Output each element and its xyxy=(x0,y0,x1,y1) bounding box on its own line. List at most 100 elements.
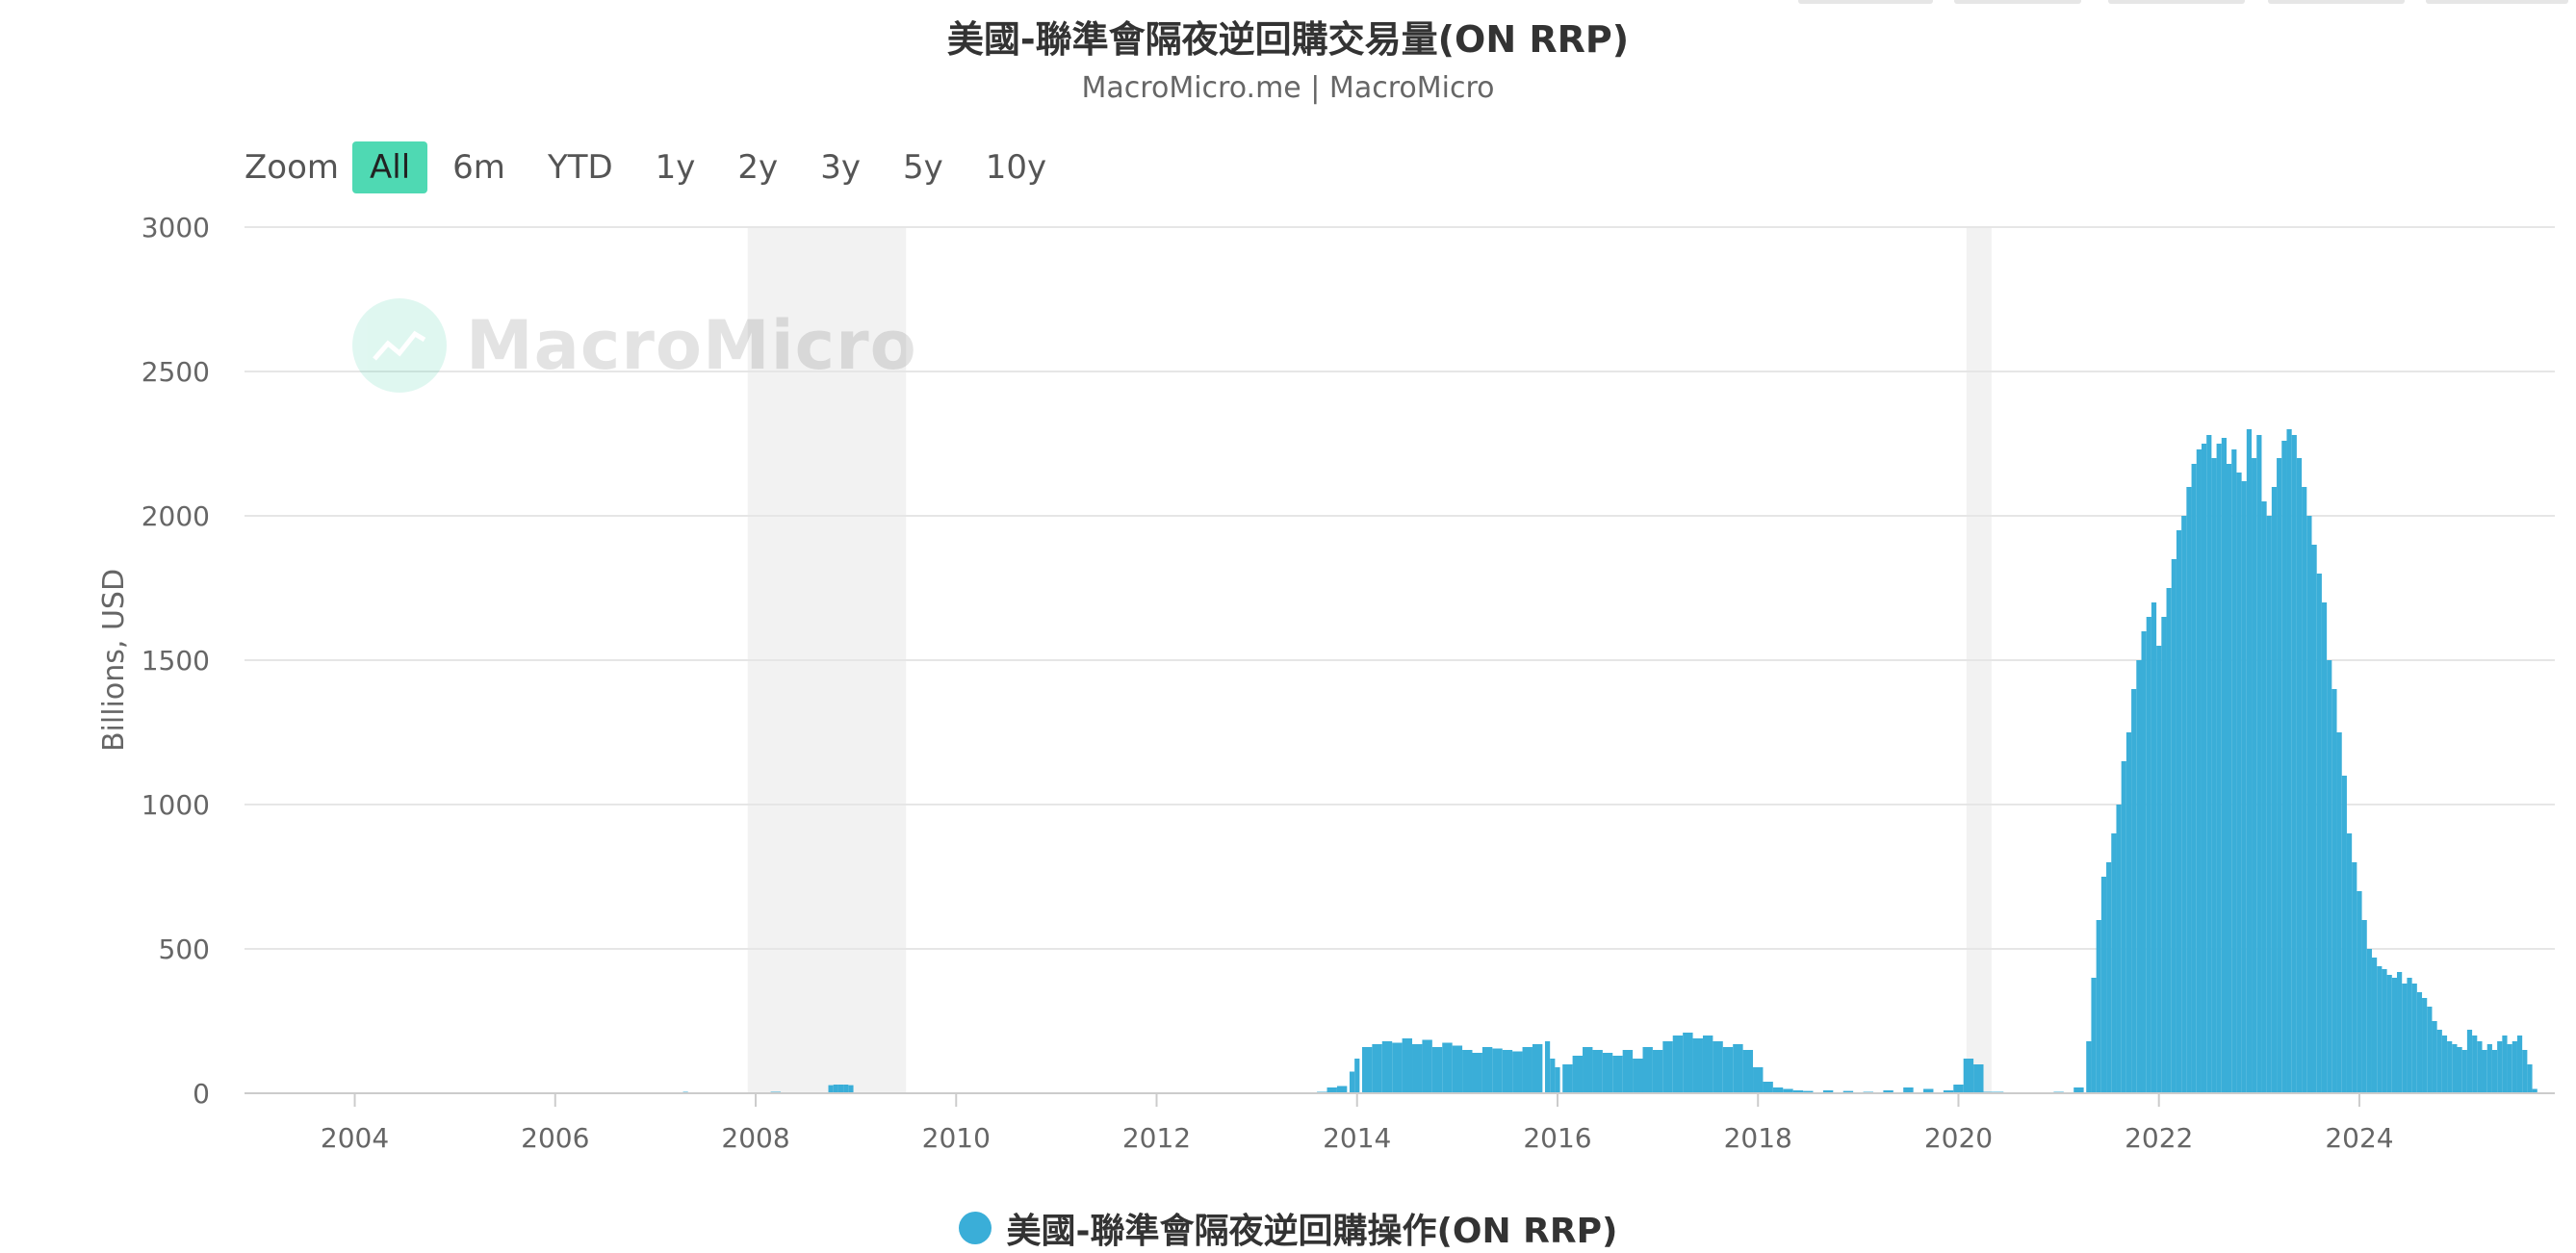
bar-point[interactable] xyxy=(2277,458,2282,1093)
bar-point[interactable] xyxy=(2361,920,2367,1093)
bar-point[interactable] xyxy=(2181,516,2187,1093)
bar-point[interactable] xyxy=(2341,776,2347,1093)
bar-point[interactable] xyxy=(1349,1071,1355,1094)
bar-point[interactable] xyxy=(1702,1036,1713,1093)
bar-point[interactable] xyxy=(2407,978,2412,1093)
bar-point[interactable] xyxy=(1555,1067,1560,1093)
bar-point[interactable] xyxy=(2306,516,2312,1093)
bar-point[interactable] xyxy=(1492,1048,1503,1094)
bar-point[interactable] xyxy=(1532,1044,1543,1093)
bar-point[interactable] xyxy=(2371,958,2378,1093)
bar-point[interactable] xyxy=(833,1085,838,1093)
bar-point[interactable] xyxy=(2211,458,2217,1093)
bar-point[interactable] xyxy=(2477,1041,2483,1093)
bar-point[interactable] xyxy=(2457,1047,2462,1093)
bar-point[interactable] xyxy=(2516,1036,2523,1093)
bar-point[interactable] xyxy=(2156,646,2162,1093)
bar-point[interactable] xyxy=(2121,761,2126,1093)
bar-point[interactable] xyxy=(1502,1050,1513,1093)
bar-point[interactable] xyxy=(1763,1082,1773,1093)
bar-point[interactable] xyxy=(2116,805,2122,1093)
bar-point[interactable] xyxy=(2432,1021,2437,1093)
bar-point[interactable] xyxy=(2436,1030,2442,1093)
bar-point[interactable] xyxy=(1672,1036,1684,1093)
bar-point[interactable] xyxy=(2281,441,2287,1093)
bar-point[interactable] xyxy=(2416,992,2423,1093)
bar-point[interactable] xyxy=(1612,1056,1623,1093)
bar-point[interactable] xyxy=(2266,516,2272,1093)
bar-point[interactable] xyxy=(2125,732,2132,1093)
bar-point[interactable] xyxy=(837,1085,844,1093)
bar-point[interactable] xyxy=(2161,617,2167,1093)
bar-point[interactable] xyxy=(2196,449,2202,1093)
bar-point[interactable] xyxy=(1572,1056,1584,1093)
bar-point[interactable] xyxy=(1512,1051,1523,1094)
bar-point[interactable] xyxy=(2427,1007,2433,1093)
bar-point[interactable] xyxy=(2527,1064,2533,1093)
bar-point[interactable] xyxy=(2201,444,2207,1093)
bar-point[interactable] xyxy=(2382,969,2387,1093)
bar-point[interactable] xyxy=(2296,458,2303,1093)
bar-point[interactable] xyxy=(1622,1050,1634,1093)
bar-point[interactable] xyxy=(2186,487,2192,1093)
bar-point[interactable] xyxy=(2191,464,2197,1093)
bar-point[interactable] xyxy=(2482,1050,2487,1093)
bar-point[interactable] xyxy=(1372,1044,1382,1093)
bar-point[interactable] xyxy=(843,1085,849,1093)
bar-point[interactable] xyxy=(1402,1038,1413,1093)
bar-point[interactable] xyxy=(2286,429,2292,1093)
bar-point[interactable] xyxy=(2221,438,2228,1093)
bar-point[interactable] xyxy=(1442,1042,1453,1094)
bar-point[interactable] xyxy=(2131,689,2137,1093)
bar-point[interactable] xyxy=(2106,862,2112,1093)
bar-point[interactable] xyxy=(1544,1041,1551,1093)
bar-point[interactable] xyxy=(2391,978,2398,1093)
bar-point[interactable] xyxy=(1683,1033,1693,1093)
bar-point[interactable] xyxy=(1361,1047,1373,1093)
bar-point[interactable] xyxy=(2241,481,2247,1093)
bar-point[interactable] xyxy=(2491,1050,2498,1093)
bar-point[interactable] xyxy=(1562,1064,1573,1093)
bar-point[interactable] xyxy=(2227,464,2232,1093)
bar-point[interactable] xyxy=(1422,1039,1432,1094)
bar-point[interactable] xyxy=(2402,984,2408,1093)
bar-point[interactable] xyxy=(1550,1059,1556,1093)
bar-point[interactable] xyxy=(2316,574,2322,1093)
bar-point[interactable] xyxy=(2357,891,2362,1093)
bar-point[interactable] xyxy=(2256,435,2262,1093)
bar-point[interactable] xyxy=(2096,920,2101,1093)
bar-point[interactable] xyxy=(2497,1041,2503,1093)
bar-point[interactable] xyxy=(2151,602,2157,1093)
bar-point[interactable] xyxy=(2327,660,2332,1093)
bar-point[interactable] xyxy=(2291,435,2297,1093)
bar-point[interactable] xyxy=(2111,833,2117,1093)
bar-point[interactable] xyxy=(2216,444,2222,1093)
bar-point[interactable] xyxy=(1662,1041,1673,1093)
bar-point[interactable] xyxy=(1472,1053,1482,1093)
bar-point[interactable] xyxy=(2086,1041,2092,1093)
bar-point[interactable] xyxy=(2311,545,2317,1093)
bar-point[interactable] xyxy=(2252,458,2257,1093)
bar-point[interactable] xyxy=(1642,1047,1653,1093)
bar-point[interactable] xyxy=(1481,1047,1493,1093)
bar-point[interactable] xyxy=(2302,487,2307,1093)
bar-point[interactable] xyxy=(2236,473,2242,1093)
bar-point[interactable] xyxy=(2466,1030,2473,1093)
bar-point[interactable] xyxy=(1973,1064,1984,1093)
bar-point[interactable] xyxy=(1431,1047,1443,1093)
bar-point[interactable] xyxy=(2507,1044,2512,1093)
bar-point[interactable] xyxy=(2472,1036,2478,1093)
bar-point[interactable] xyxy=(1753,1067,1764,1093)
bar-point[interactable] xyxy=(1652,1050,1663,1093)
bar-point[interactable] xyxy=(1592,1050,1603,1093)
bar-point[interactable] xyxy=(1452,1045,1463,1094)
bar-point[interactable] xyxy=(2141,631,2147,1093)
bar-point[interactable] xyxy=(2411,984,2417,1093)
bar-point[interactable] xyxy=(2447,1041,2453,1093)
bar-point[interactable] xyxy=(1354,1059,1360,1093)
bar-point[interactable] xyxy=(1392,1042,1403,1094)
bar-point[interactable] xyxy=(2321,602,2328,1093)
bar-point[interactable] xyxy=(2166,588,2172,1093)
bar-point[interactable] xyxy=(1412,1044,1423,1093)
bar-point[interactable] xyxy=(1953,1085,1964,1093)
